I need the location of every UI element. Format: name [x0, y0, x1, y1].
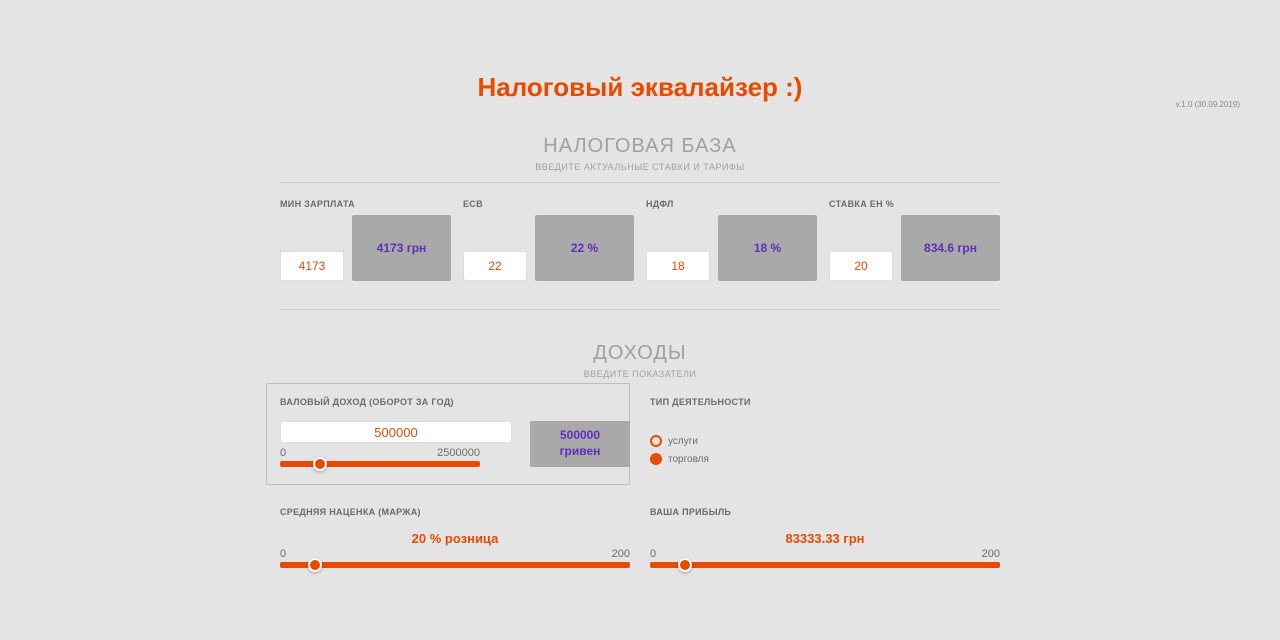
- profit-slider-min: 0: [650, 548, 656, 560]
- min-salary-input[interactable]: [280, 251, 344, 281]
- gross-slider[interactable]: [280, 461, 480, 467]
- flat-tax-input[interactable]: [829, 251, 893, 281]
- radio-icon: [650, 435, 662, 447]
- activity-radio-trade[interactable]: торговля: [650, 453, 1000, 465]
- taxbase-title: НАЛОГОВАЯ БАЗА: [280, 135, 1000, 158]
- profit-value: 83333.33 грн: [650, 531, 1000, 546]
- activity-radio-services[interactable]: услуги: [650, 435, 1000, 447]
- margin-slider-thumb[interactable]: [308, 558, 322, 572]
- flat-tax-label: СТАВКА ЕН %: [829, 199, 1000, 209]
- ndfl-display: 18 %: [718, 215, 817, 281]
- gross-slider-thumb[interactable]: [313, 457, 327, 471]
- gross-display: 500000 гривен: [530, 421, 630, 467]
- version-label: v.1.0 (30.09.2019): [1176, 100, 1240, 109]
- esw-display: 22 %: [535, 215, 634, 281]
- margin-slider-max: 200: [612, 548, 630, 560]
- profit-label: ВАША ПРИБЫЛЬ: [650, 507, 1000, 517]
- activity-radio-group: услуги торговля: [650, 435, 1000, 465]
- margin-value: 20 % розница: [280, 531, 630, 546]
- activity-radio-label: торговля: [668, 454, 709, 465]
- taxbase-subtitle: ВВЕДИТЕ АКТУАЛЬНЫЕ СТАВКИ И ТАРИФЫ: [280, 162, 1000, 172]
- esw-input[interactable]: [463, 251, 527, 281]
- income-title: ДОХОДЫ: [280, 342, 1000, 365]
- gross-slider-min: 0: [280, 447, 286, 459]
- taxbase-grid: МИН ЗАРПЛАТА 4173 грн ЕСВ 22 % НДФЛ 18 %…: [280, 199, 1000, 281]
- margin-slider[interactable]: [280, 562, 630, 568]
- activity-radio-label: услуги: [668, 436, 698, 447]
- profit-slider-thumb[interactable]: [678, 558, 692, 572]
- esw-label: ЕСВ: [463, 199, 634, 209]
- ndfl-input[interactable]: [646, 251, 710, 281]
- profit-slider-max: 200: [982, 548, 1000, 560]
- income-subtitle: ВВЕДИТЕ ПОКАЗАТЕЛИ: [280, 369, 1000, 379]
- min-salary-display: 4173 грн: [352, 215, 451, 281]
- min-salary-label: МИН ЗАРПЛАТА: [280, 199, 451, 209]
- divider: [280, 309, 1000, 310]
- page-title: Налоговый эквалайзер :): [280, 72, 1000, 103]
- radio-icon: [650, 453, 662, 465]
- margin-slider-min: 0: [280, 548, 286, 560]
- ndfl-label: НДФЛ: [646, 199, 817, 209]
- flat-tax-display: 834.6 грн: [901, 215, 1000, 281]
- divider: [280, 182, 1000, 183]
- margin-label: СРЕДНЯЯ НАЦЕНКА (МАРЖА): [280, 507, 630, 517]
- gross-label: ВАЛОВЫЙ ДОХОД (ОБОРОТ ЗА ГОД): [280, 397, 630, 407]
- gross-slider-max: 2500000: [437, 447, 480, 459]
- gross-display-value: 500000: [560, 428, 600, 444]
- profit-slider[interactable]: [650, 562, 1000, 568]
- gross-display-unit: гривен: [560, 444, 601, 460]
- activity-label: ТИП ДЕЯТЕЛЬНОСТИ: [650, 397, 1000, 407]
- gross-input[interactable]: [280, 421, 512, 443]
